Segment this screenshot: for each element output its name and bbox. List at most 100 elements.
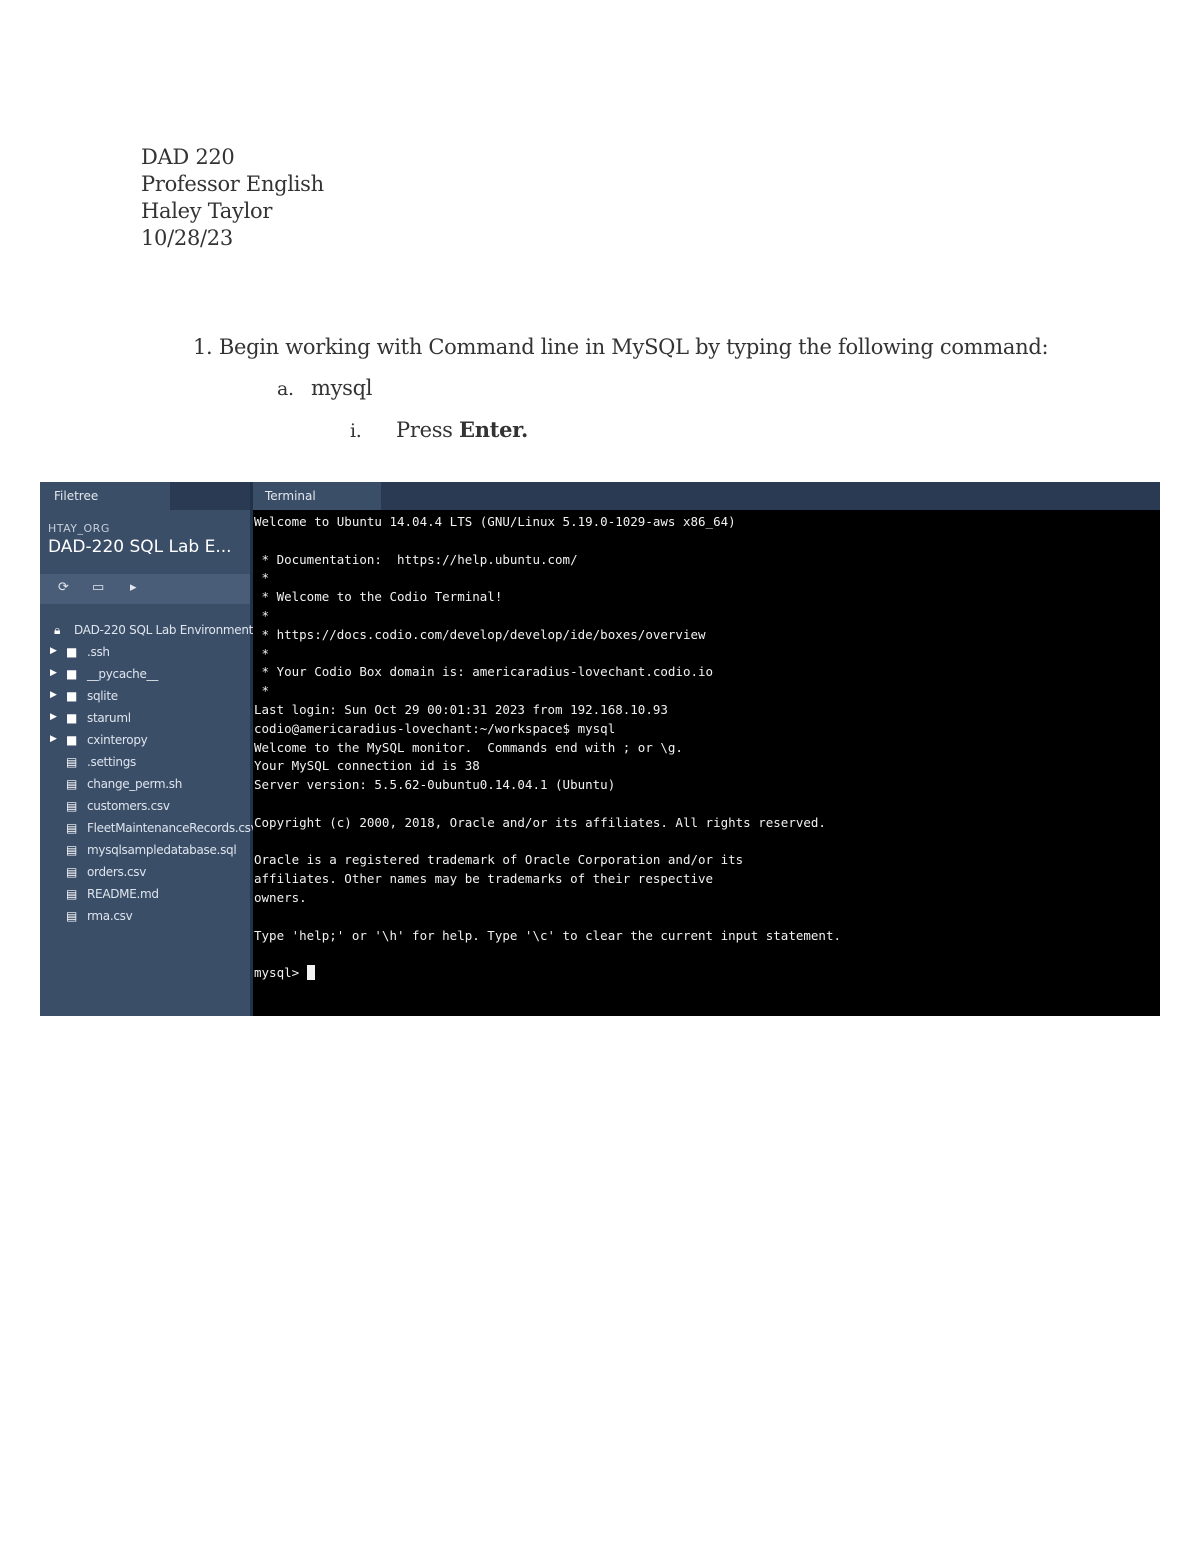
terminal-line: Your MySQL connection id is 38	[254, 758, 480, 774]
file-item[interactable]: ▤ FleetMaintenanceRecords.csv	[40, 818, 258, 840]
lock-icon: 🔒︎	[54, 623, 61, 637]
terminal-line: * Your Codio Box domain is: americaradiu…	[254, 664, 714, 680]
folder-item[interactable]: ▶ ■ sqlite	[40, 686, 250, 708]
folder-icon: ■	[66, 733, 78, 747]
file-item[interactable]: ▤ .settings	[40, 752, 250, 774]
terminal-line: Welcome to the MySQL monitor. Commands e…	[254, 739, 683, 755]
file-label: orders.csv	[87, 865, 147, 879]
file-item[interactable]: ▤ customers.csv	[40, 796, 250, 818]
file-label: customers.csv	[87, 799, 170, 813]
file-label: mysqlsampledatabase.sql	[87, 843, 237, 857]
step-1-text: Begin working with Command line in MySQL…	[218, 335, 1049, 359]
project-name: DAD-220 SQL Lab E...	[48, 537, 232, 557]
filetree-panel: Filetree HTAY_ORG DAD-220 SQL Lab E... ⟳…	[40, 482, 258, 1016]
terminal-line: Type 'help;' or '\h' for help. Type '\c'…	[254, 927, 841, 943]
ide-screenshot: Filetree HTAY_ORG DAD-220 SQL Lab E... ⟳…	[40, 482, 1160, 1016]
file-icon: ▤	[66, 865, 78, 879]
folder-item[interactable]: ▶ ■ staruml	[40, 708, 250, 730]
terminal-tab[interactable]: Terminal	[253, 482, 381, 510]
step-1: 1. Begin working with Command line in My…	[193, 335, 1049, 359]
step-i-marker: i.	[350, 420, 362, 442]
terminal-prompt[interactable]: mysql>	[253, 964, 1160, 983]
terminal-tabbar: Terminal	[253, 482, 1160, 510]
step-a: a. mysql	[277, 376, 373, 400]
file-item[interactable]: ▤ mysqlsampledatabase.sql	[40, 840, 250, 862]
file-list: 🔒︎ DAD-220 SQL Lab Environment ▶ ■ .ssh ▶ ■ _…	[40, 620, 258, 928]
document-date: 10/28/23	[141, 226, 233, 250]
folder-icon: ■	[66, 711, 78, 725]
file-item[interactable]: ▤ change_perm.sh	[40, 774, 250, 796]
folder-item[interactable]: ▶ ■ __pycache__	[40, 664, 250, 686]
folder-label: .ssh	[87, 645, 110, 659]
file-icon: ▤	[66, 777, 78, 791]
terminal-line: Welcome to Ubuntu 14.04.4 LTS (GNU/Linux…	[254, 514, 736, 529]
expand-arrow-icon[interactable]: ▶	[50, 734, 57, 744]
terminal-icon[interactable]: ▭	[92, 580, 104, 595]
terminal-line: *	[254, 570, 270, 586]
file-label: FleetMaintenanceRecords.csv	[87, 821, 258, 835]
file-icon: ▤	[66, 843, 78, 857]
file-label: rma.csv	[87, 909, 133, 923]
file-label: .settings	[87, 755, 136, 769]
folder-label: cxinteropy	[87, 733, 148, 747]
folder-icon: ■	[66, 689, 78, 703]
terminal-line: Server version: 5.5.62-0ubuntu0.14.04.1 …	[254, 777, 616, 793]
terminal-line: Last login: Sun Oct 29 00:01:31 2023 fro…	[254, 701, 668, 717]
expand-arrow-icon[interactable]: ▶	[50, 646, 57, 656]
terminal-line: affiliates. Other names may be trademark…	[254, 871, 714, 887]
terminal-line: * https://docs.codio.com/develop/develop…	[254, 626, 706, 642]
step-a-text: mysql	[311, 376, 373, 400]
terminal-line: * Documentation: https://help.ubuntu.com…	[254, 551, 578, 567]
filetree-toolbar: ⟳ ▭ ▸	[40, 574, 250, 604]
folder-label: __pycache__	[87, 667, 158, 681]
terminal-line: * Welcome to the Codio Terminal!	[254, 589, 503, 605]
terminal-line: *	[254, 645, 270, 661]
filetree-root[interactable]: 🔒︎ DAD-220 SQL Lab Environment	[40, 620, 254, 642]
prompt-text: mysql>	[254, 965, 307, 981]
expand-arrow-icon[interactable]: ▶	[50, 712, 57, 722]
folder-icon: ■	[66, 645, 78, 659]
terminal-line: *	[254, 607, 270, 623]
file-item[interactable]: ▤ rma.csv	[40, 906, 250, 928]
filetree-tab[interactable]: Filetree	[40, 482, 170, 510]
org-name: HTAY_ORG	[48, 522, 110, 535]
filetree-root-label: DAD-220 SQL Lab Environment	[74, 623, 254, 637]
folder-label: staruml	[87, 711, 131, 725]
file-icon: ▤	[66, 799, 78, 813]
file-icon: ▤	[66, 821, 78, 835]
terminal-line: Oracle is a registered trademark of Orac…	[254, 852, 744, 868]
folder-item[interactable]: ▶ ■ .ssh	[40, 642, 250, 664]
terminal-output[interactable]: Welcome to Ubuntu 14.04.4 LTS (GNU/Linux…	[253, 513, 1160, 983]
file-icon: ▤	[66, 755, 78, 769]
folder-label: sqlite	[87, 689, 118, 703]
step-1-marker: 1.	[193, 335, 213, 359]
step-i-text: Press	[396, 418, 453, 442]
terminal-line: owners.	[254, 889, 307, 905]
terminal-line: Copyright (c) 2000, 2018, Oracle and/or …	[254, 814, 826, 830]
file-icon: ▤	[66, 887, 78, 901]
file-item[interactable]: ▤ README.md	[40, 884, 250, 906]
terminal-cursor	[306, 965, 315, 981]
document-header: DAD 220 Professor English Haley Taylor 1…	[141, 144, 324, 252]
file-icon: ▤	[66, 909, 78, 923]
folder-item[interactable]: ▶ ■ cxinteropy	[40, 730, 250, 752]
file-label: change_perm.sh	[87, 777, 183, 791]
terminal-line: *	[254, 683, 270, 699]
file-label: README.md	[87, 887, 159, 901]
file-item[interactable]: ▤ orders.csv	[40, 862, 250, 884]
folder-icon: ■	[66, 667, 78, 681]
expand-arrow-icon[interactable]: ▶	[50, 690, 57, 700]
professor-name: Professor English	[141, 172, 324, 196]
expand-arrow-icon[interactable]: ▶	[50, 668, 57, 678]
step-a-marker: a.	[277, 378, 294, 400]
course-name: DAD 220	[141, 145, 235, 169]
terminal-line: codio@americaradius-lovechant:~/workspac…	[254, 720, 616, 736]
play-icon[interactable]: ▸	[130, 580, 137, 595]
refresh-icon[interactable]: ⟳	[58, 580, 69, 595]
student-name: Haley Taylor	[141, 199, 273, 223]
